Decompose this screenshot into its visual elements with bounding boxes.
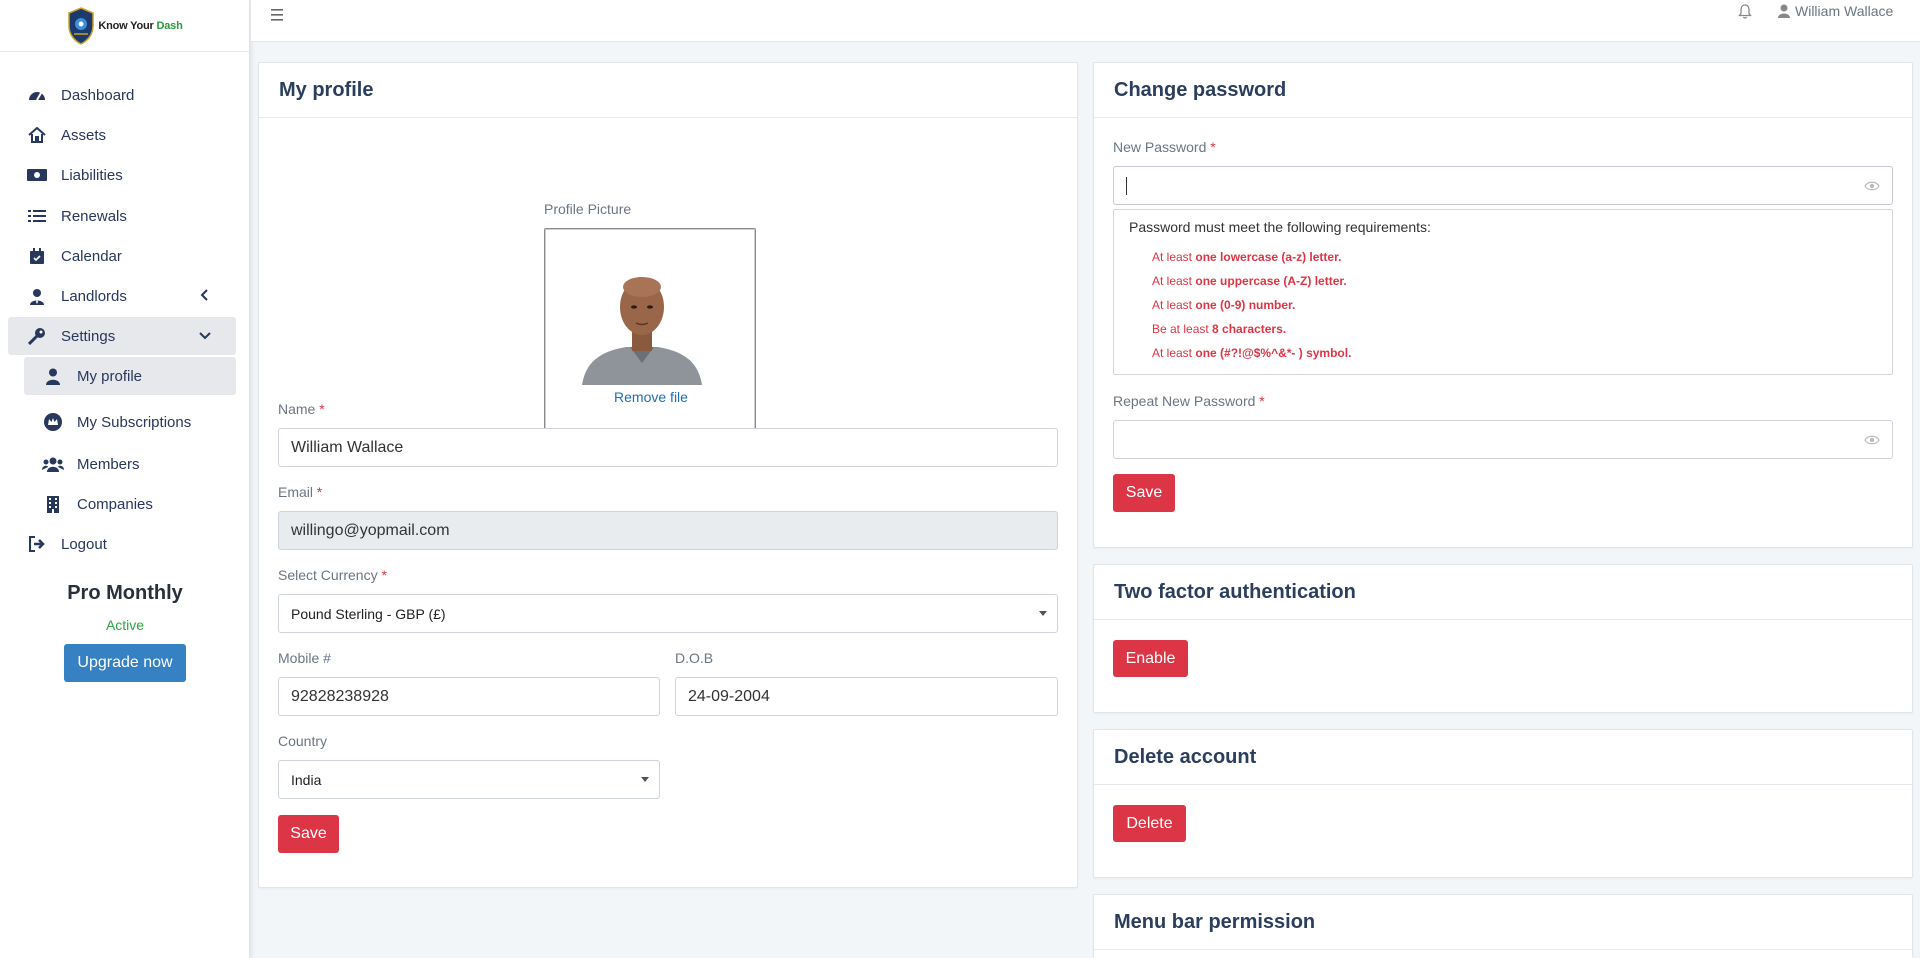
- sidebar-item-logout[interactable]: Logout: [8, 525, 236, 563]
- chevron-left-icon: [200, 289, 208, 301]
- list-icon: [26, 207, 48, 225]
- plan-status: Active: [105, 617, 145, 633]
- money-icon: [26, 166, 48, 184]
- sidebar-item-my-profile[interactable]: My profile: [24, 357, 236, 395]
- two-factor-card: Two factor authentication Enable: [1093, 564, 1913, 713]
- user-tie-icon: [26, 287, 48, 305]
- sidebar-item-label: Dashboard: [61, 86, 135, 104]
- requirement-item: At least one lowercase (a-z) letter.: [1152, 250, 1342, 264]
- email-label: Email *: [278, 484, 323, 500]
- new-password-input[interactable]: [1113, 166, 1893, 205]
- sidebar-item-label: Members: [77, 455, 140, 473]
- building-icon: [42, 495, 64, 513]
- currency-label: Select Currency *: [278, 567, 387, 583]
- sidebar-item-label: Liabilities: [61, 166, 123, 184]
- delete-account-title: Delete account: [1094, 730, 1912, 785]
- user-menu[interactable]: William Wallace: [1778, 3, 1893, 19]
- sidebar-item-liabilities[interactable]: Liabilities: [8, 156, 236, 194]
- sidebar-item-label: Renewals: [61, 207, 127, 225]
- dashboard-icon: [26, 86, 48, 104]
- repeat-password-input[interactable]: [1113, 420, 1893, 459]
- user-icon: [1778, 4, 1790, 18]
- caret-down-icon: [1039, 611, 1047, 616]
- sidebar-item-label: Settings: [61, 327, 116, 345]
- name-input[interactable]: William Wallace: [278, 428, 1058, 467]
- country-select[interactable]: India: [278, 760, 660, 799]
- sidebar-item-my-subscriptions[interactable]: My Subscriptions: [24, 403, 236, 441]
- mobile-input[interactable]: 92828238928: [278, 677, 660, 716]
- calendar-icon: [26, 247, 48, 265]
- sidebar-item-label: My profile: [77, 367, 143, 385]
- mobile-label: Mobile #: [278, 650, 331, 666]
- menu-permission-title: Menu bar permission: [1094, 895, 1912, 950]
- hamburger-menu-icon[interactable]: [269, 8, 285, 22]
- requirement-item: At least one (0-9) number.: [1152, 298, 1296, 312]
- sidebar-item-landlords[interactable]: Landlords: [8, 277, 236, 315]
- two-factor-title: Two factor authentication: [1094, 565, 1912, 620]
- password-requirements: Password must meet the following require…: [1113, 209, 1893, 375]
- sidebar-item-settings[interactable]: Settings: [8, 317, 236, 355]
- name-label: Name *: [278, 401, 325, 417]
- country-value: India: [291, 771, 322, 788]
- bell-icon[interactable]: [1738, 3, 1752, 19]
- sidebar-item-renewals[interactable]: Renewals: [8, 197, 236, 235]
- country-label: Country: [278, 733, 328, 749]
- sidebar-item-label: Assets: [61, 126, 107, 144]
- logout-icon: [26, 535, 48, 553]
- eye-icon[interactable]: [1864, 434, 1880, 446]
- crown-icon: [42, 413, 64, 431]
- sidebar-item-label: My Subscriptions: [77, 413, 192, 431]
- requirement-item: Be at least 8 characters.: [1152, 322, 1287, 336]
- plan-name: Pro Monthly: [67, 582, 183, 604]
- text-cursor: [1126, 176, 1127, 195]
- upgrade-now-button[interactable]: Upgrade now: [64, 644, 186, 682]
- brand-name: Know Your Dash: [98, 19, 183, 32]
- currency-value: Pound Sterling - GBP (£): [291, 605, 446, 622]
- menu-permission-card: Menu bar permission: [1093, 894, 1913, 958]
- my-profile-title: My profile: [259, 63, 1077, 118]
- sidebar-item-label: Calendar: [61, 247, 122, 265]
- email-field[interactable]: willingo@yopmail.com: [278, 511, 1058, 550]
- chevron-down-icon: [199, 332, 211, 340]
- sidebar-item-members[interactable]: Members: [24, 445, 236, 483]
- eye-icon[interactable]: [1864, 180, 1880, 192]
- sidebar-item-dashboard[interactable]: Dashboard: [8, 76, 236, 114]
- profile-save-button[interactable]: Save: [278, 815, 339, 853]
- requirement-item: At least one (#?!@$%^&*- ) symbol.: [1152, 346, 1352, 360]
- home-icon: [26, 126, 48, 144]
- brand-logo[interactable]: Know Your Dash: [0, 0, 249, 52]
- sidebar-item-label: Logout: [61, 535, 107, 553]
- profile-picture-dropzone[interactable]: Remove file: [544, 228, 756, 445]
- caret-down-icon: [641, 777, 649, 782]
- sidebar-item-label: Landlords: [61, 287, 127, 305]
- repeat-password-label: Repeat New Password *: [1113, 393, 1265, 409]
- profile-photo: [582, 277, 702, 385]
- change-password-title: Change password: [1094, 63, 1912, 118]
- my-profile-card: My profile Profile Picture Remove file N…: [258, 62, 1078, 888]
- enable-2fa-button[interactable]: Enable: [1113, 640, 1188, 677]
- sidebar-item-label: Companies: [77, 495, 153, 513]
- dob-input[interactable]: 24-09-2004: [675, 677, 1058, 716]
- user-icon: [42, 367, 64, 385]
- delete-account-card: Delete account Delete: [1093, 729, 1913, 878]
- topbar: William Wallace: [251, 0, 1920, 42]
- new-password-label: New Password *: [1113, 139, 1216, 155]
- change-password-card: Change password New Password * Password …: [1093, 62, 1913, 548]
- key-icon: [26, 327, 48, 345]
- sidebar-item-assets[interactable]: Assets: [8, 116, 236, 154]
- profile-picture-label: Profile Picture: [544, 201, 632, 217]
- sidebar-item-calendar[interactable]: Calendar: [8, 237, 236, 275]
- password-save-button[interactable]: Save: [1113, 474, 1175, 512]
- delete-account-button[interactable]: Delete: [1113, 805, 1186, 842]
- user-name: William Wallace: [1795, 3, 1894, 19]
- requirements-title: Password must meet the following require…: [1129, 219, 1431, 235]
- currency-select[interactable]: Pound Sterling - GBP (£): [278, 594, 1058, 633]
- users-icon: [42, 455, 64, 473]
- sidebar: Know Your Dash Dashboard Assets Liabilit…: [0, 0, 250, 958]
- requirement-item: At least one uppercase (A-Z) letter.: [1152, 274, 1347, 288]
- shield-logo-icon: [68, 6, 95, 45]
- sidebar-item-companies[interactable]: Companies: [24, 485, 236, 523]
- dob-label: D.O.B: [675, 650, 714, 666]
- remove-file-link[interactable]: Remove file: [545, 389, 757, 405]
